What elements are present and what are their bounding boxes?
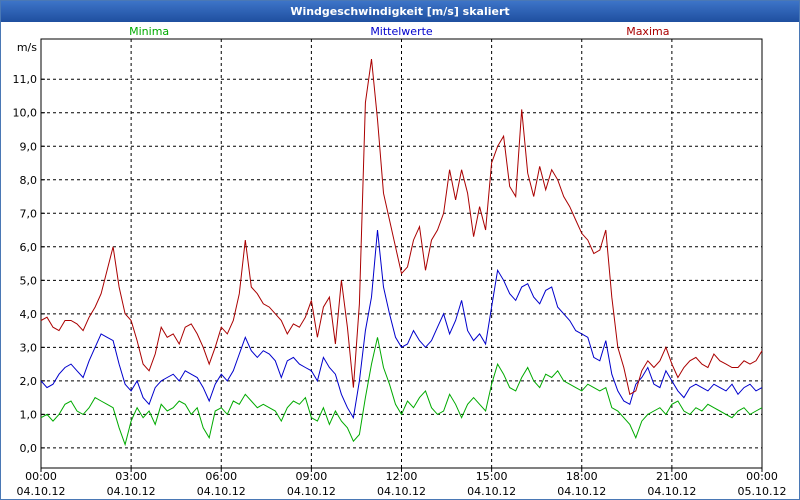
y-tick-label: 2,0 (20, 375, 38, 388)
x-tick-time: 09:00 (296, 470, 328, 483)
y-tick-label: 0,0 (20, 442, 38, 455)
x-tick-date: 04.10.12 (377, 485, 426, 498)
x-tick-date: 04.10.12 (197, 485, 246, 498)
legend: Minima Mittelwerte Maxima (129, 25, 669, 38)
x-tick-date: 04.10.12 (17, 485, 66, 498)
legend-entry-maxima: Maxima (626, 25, 669, 38)
y-tick-label: 6,0 (20, 241, 38, 254)
y-tick-label: 7,0 (20, 207, 38, 220)
legend-entry-minima: Minima (129, 25, 169, 38)
y-tick-label: 11,0 (13, 73, 38, 86)
y-axis-label: m/s (17, 41, 37, 54)
y-tick-label: 10,0 (13, 107, 38, 120)
x-tick-date: 04.10.12 (647, 485, 696, 498)
x-tick-date: 04.10.12 (107, 485, 156, 498)
x-tick-date: 04.10.12 (467, 485, 516, 498)
y-tick-label: 1,0 (20, 408, 38, 421)
x-tick-time: 15:00 (476, 470, 508, 483)
y-tick-label: 8,0 (20, 174, 38, 187)
x-tick-time: 21:00 (656, 470, 688, 483)
y-tick-label: 4,0 (20, 308, 38, 321)
legend-entry-mittelwerte: Mittelwerte (370, 25, 433, 38)
x-tick-date: 05.10.12 (738, 485, 787, 498)
x-tick-time: 00:00 (25, 470, 57, 483)
y-tick-label: 5,0 (20, 274, 38, 287)
x-tick-time: 03:00 (115, 470, 147, 483)
x-tick-time: 00:00 (746, 470, 778, 483)
chart-window: Windgeschwindigkeit [m/s] skaliert 0,0 1,… (0, 0, 800, 500)
x-tick-time: 18:00 (566, 470, 598, 483)
x-tick-date: 04.10.12 (557, 485, 606, 498)
y-tick-label: 9,0 (20, 140, 38, 153)
x-tick-time: 12:00 (386, 470, 418, 483)
y-tick-label: 3,0 (20, 341, 38, 354)
x-tick-date: 04.10.12 (287, 485, 336, 498)
chart-svg: 0,0 1,0 2,0 3,0 4,0 5,0 6,0 7,0 8,0 9,0 10,0 11,0 m/… (13, 25, 787, 498)
x-tick-time: 06:00 (205, 470, 237, 483)
